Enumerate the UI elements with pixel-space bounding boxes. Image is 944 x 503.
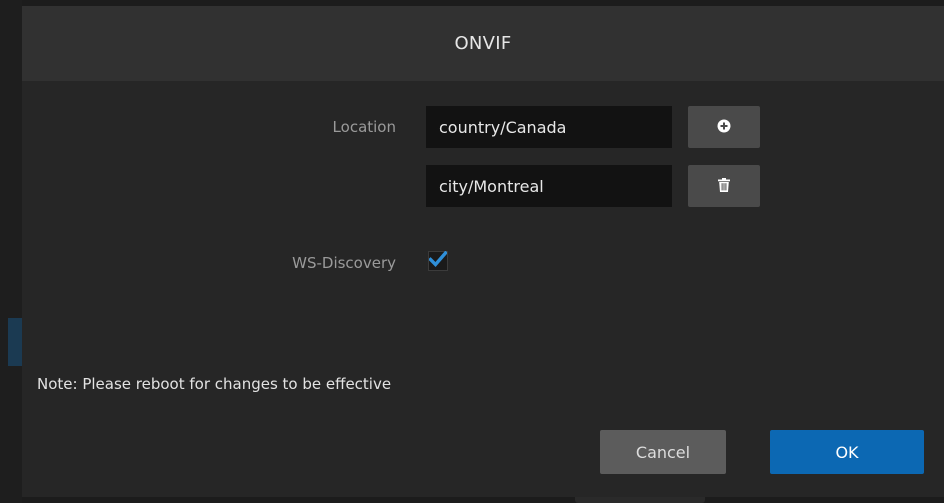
ok-button[interactable]: OK — [770, 430, 924, 474]
dialog-title: ONVIF — [454, 33, 512, 54]
add-location-button[interactable] — [688, 106, 760, 148]
plus-circle-icon — [717, 119, 731, 136]
delete-location-button[interactable] — [688, 165, 760, 207]
location-input-1[interactable] — [426, 106, 672, 148]
trash-icon — [718, 177, 730, 195]
ws-discovery-label: WS-Discovery — [292, 254, 396, 272]
background-panel — [0, 0, 22, 503]
background-selection-marker — [8, 318, 22, 366]
ws-discovery-checkbox[interactable] — [428, 250, 448, 271]
onvif-dialog: ONVIF Location WS-Discovery — [22, 6, 944, 497]
location-label: Location — [332, 118, 396, 136]
reboot-note: Note: Please reboot for changes to be ef… — [37, 375, 392, 393]
cancel-button[interactable]: Cancel — [600, 430, 726, 474]
location-input-2[interactable] — [426, 165, 672, 207]
checkmark-icon — [428, 250, 448, 271]
dialog-header: ONVIF — [22, 6, 944, 81]
